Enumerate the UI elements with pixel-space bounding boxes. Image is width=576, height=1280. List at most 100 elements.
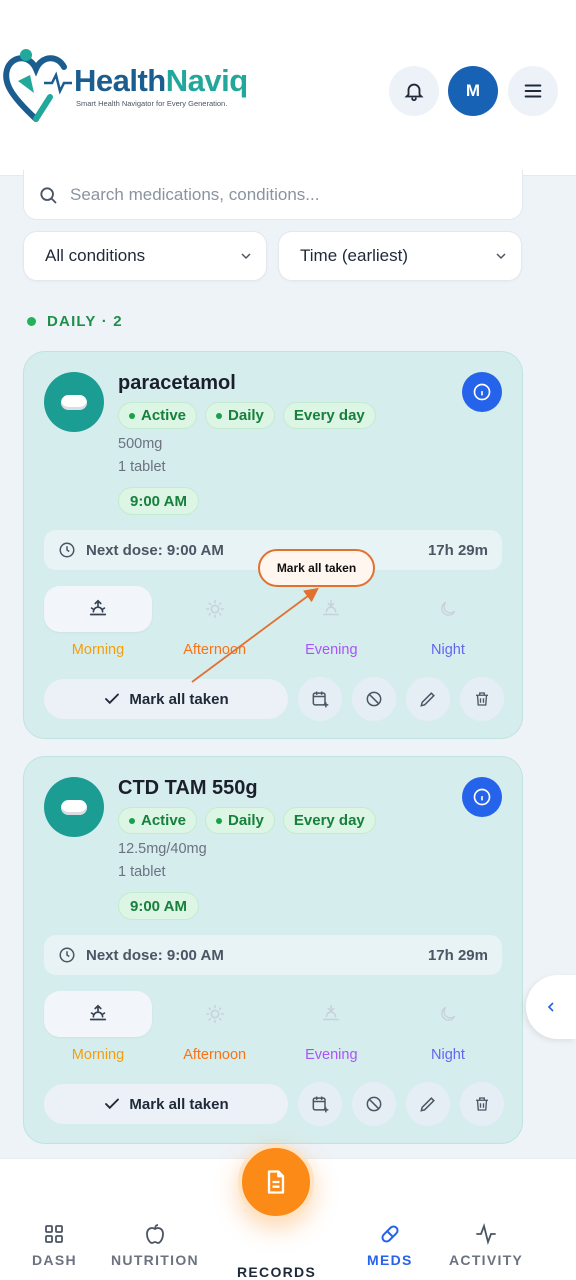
chevron-down-icon	[241, 253, 251, 260]
period-evening[interactable]: Evening	[277, 991, 385, 1063]
mark-all-taken-button[interactable]: Mark all taken	[44, 679, 288, 719]
trash-icon	[476, 1097, 488, 1111]
search-field[interactable]: Search medications, conditions...	[23, 170, 523, 220]
nav-meds[interactable]: MEDS	[367, 1222, 413, 1268]
tagline: Smart Health Navigator for Every Generat…	[76, 99, 228, 108]
ban-icon	[366, 1096, 382, 1112]
period-morning[interactable]: Morning	[44, 586, 152, 658]
side-panel-toggle[interactable]	[526, 975, 576, 1039]
medication-card: CTD TAM 550g Active Daily Every day 12.5…	[23, 756, 523, 1144]
ban-icon	[366, 691, 382, 707]
schedule-button[interactable]	[298, 677, 342, 721]
sunset-icon	[323, 600, 340, 616]
edit-button[interactable]	[406, 1082, 450, 1126]
schedule-badge: Every day	[282, 807, 376, 834]
mark-all-taken-button[interactable]: Mark all taken	[44, 1084, 288, 1124]
condition-filter-select[interactable]: All conditions	[23, 231, 267, 281]
period-afternoon[interactable]: Afternoon	[161, 586, 269, 658]
period-morning[interactable]: Morning	[44, 991, 152, 1063]
delete-button[interactable]	[460, 1082, 504, 1126]
sunrise-icon	[89, 1004, 107, 1021]
time-badge: 9:00 AM	[118, 487, 199, 515]
medication-card: paracetamol Active Daily Every day 500mg…	[23, 351, 523, 739]
avatar[interactable]: M	[448, 66, 498, 116]
document-icon	[267, 1170, 285, 1194]
check-icon	[105, 1098, 120, 1110]
next-dose-bar: Next dose: 9:00 AM 17h 29m	[44, 935, 502, 975]
countdown-text: 17h 29m	[427, 946, 488, 964]
sunrise-icon	[89, 599, 107, 616]
period-evening[interactable]: Evening	[277, 586, 385, 658]
delete-button[interactable]	[460, 677, 504, 721]
frequency-badge: Daily	[205, 807, 275, 834]
period-afternoon[interactable]: Afternoon	[161, 991, 269, 1063]
pulse-icon	[476, 1222, 496, 1246]
bell-icon	[404, 83, 424, 102]
pill-avatar-icon	[44, 777, 104, 837]
countdown-text: 17h 29m	[427, 541, 488, 559]
check-icon	[105, 693, 120, 705]
info-icon	[473, 383, 491, 401]
logo-heart-icon	[3, 49, 72, 122]
section-label: DAILY · 2	[47, 313, 123, 330]
brand-name-part1: Health	[74, 63, 166, 98]
search-icon	[40, 186, 57, 203]
app-header: HealthNaviq Smart Health Navigator for E…	[0, 0, 576, 176]
status-dot	[27, 317, 36, 326]
apple-icon	[146, 1224, 164, 1244]
moon-icon	[441, 601, 456, 616]
status-badge-active: Active	[118, 402, 198, 429]
condition-filter-value: All conditions	[45, 246, 146, 265]
sun-icon	[205, 600, 224, 618]
time-badge: 9:00 AM	[118, 892, 199, 920]
brand-name-part2: Naviq	[165, 63, 248, 98]
hamburger-icon	[524, 84, 542, 98]
quantity-text: 1 tablet	[118, 459, 166, 475]
annotation-callout: Mark all taken	[258, 549, 375, 587]
chevron-down-icon	[496, 253, 506, 260]
pencil-icon	[420, 1097, 435, 1112]
nav-records[interactable]: RECORDS	[237, 1258, 316, 1280]
calendar-add-icon	[312, 691, 329, 708]
nav-dash[interactable]: DASH	[32, 1222, 77, 1268]
moon-icon	[441, 1006, 456, 1021]
sort-select[interactable]: Time (earliest)	[278, 231, 522, 281]
edit-button[interactable]	[406, 677, 450, 721]
sunset-icon	[323, 1005, 340, 1021]
avatar-initial: M	[465, 81, 481, 100]
status-badge-active: Active	[118, 807, 198, 834]
medication-name: paracetamol	[118, 372, 236, 394]
calendar-add-icon	[312, 1096, 329, 1113]
next-dose-text: Next dose: 9:00 AM	[86, 541, 224, 559]
dose-text: 12.5mg/40mg	[118, 841, 207, 857]
clock-icon	[59, 542, 75, 558]
info-button[interactable]	[462, 372, 502, 412]
notifications-button[interactable]	[389, 66, 439, 116]
info-button[interactable]	[462, 777, 502, 817]
logo[interactable]: HealthNaviq Smart Health Navigator for E…	[0, 45, 248, 127]
grid-icon	[45, 1225, 64, 1243]
trash-icon	[476, 692, 488, 706]
section-header-daily: DAILY · 2	[27, 313, 123, 330]
menu-button[interactable]	[508, 66, 558, 116]
quantity-text: 1 tablet	[118, 864, 166, 880]
sun-icon	[205, 1005, 224, 1023]
period-night[interactable]: Night	[394, 586, 502, 658]
chevron-left-icon	[547, 1002, 554, 1012]
pill-icon	[381, 1225, 399, 1243]
schedule-button[interactable]	[298, 1082, 342, 1126]
nav-activity[interactable]: ACTIVITY	[449, 1222, 523, 1268]
search-input[interactable]: Search medications, conditions...	[70, 185, 319, 205]
nav-nutrition[interactable]: NUTRITION	[111, 1222, 199, 1268]
pill-avatar-icon	[44, 372, 104, 432]
frequency-badge: Daily	[205, 402, 275, 429]
skip-button[interactable]	[352, 1082, 396, 1126]
info-icon	[473, 788, 491, 806]
clock-icon	[59, 947, 75, 963]
period-night[interactable]: Night	[394, 991, 502, 1063]
dose-text: 500mg	[118, 436, 163, 452]
records-fab-button[interactable]	[238, 1144, 314, 1220]
skip-button[interactable]	[352, 677, 396, 721]
schedule-badge: Every day	[282, 402, 376, 429]
next-dose-text: Next dose: 9:00 AM	[86, 946, 224, 964]
